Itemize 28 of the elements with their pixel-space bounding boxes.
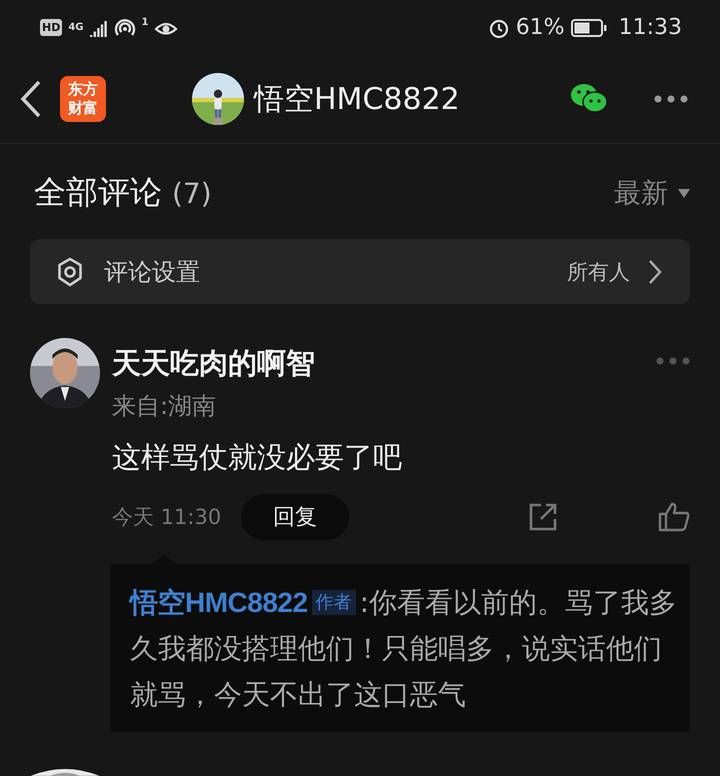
commenter-name: 天天吃肉的啊智: [112, 345, 315, 382]
clock-time: 11:33: [618, 15, 682, 40]
settings-label: 评论设置: [104, 256, 200, 288]
signal-icon: [90, 18, 108, 37]
hotspot-count: 1: [142, 16, 148, 28]
more-icon[interactable]: [654, 95, 688, 104]
reply-button[interactable]: 回复: [241, 494, 350, 540]
chevron-right-icon: [648, 258, 662, 285]
author-badge: 作者: [312, 590, 356, 616]
sort-dropdown[interactable]: 最新: [614, 175, 690, 212]
caret-icon: [678, 188, 690, 198]
author-link[interactable]: 悟空HMC8822: [130, 587, 308, 618]
comment-text: 这样骂仗就没必要了吧: [112, 439, 403, 476]
profile-title: 悟空HMC8822: [254, 80, 460, 119]
battery-icon: [570, 18, 607, 38]
battery-percent: 61%: [516, 15, 565, 40]
hd-icon: HD: [40, 19, 62, 36]
comment-settings-row[interactable]: 评论设置 所有人: [30, 239, 690, 304]
comments-count: (7): [172, 177, 212, 210]
settings-value: 所有人: [567, 258, 630, 286]
share-icon[interactable]: [528, 502, 558, 532]
commenter-location: 来自:湖南: [112, 391, 218, 422]
comment-time: 今天 11:30: [112, 504, 222, 532]
back-icon[interactable]: [20, 80, 42, 118]
thumbs-up-icon[interactable]: [658, 502, 690, 532]
app-logo[interactable]: 东方财富: [60, 76, 106, 122]
network-label: 4G: [68, 22, 84, 34]
comments-title: 全部评论: [34, 173, 162, 212]
